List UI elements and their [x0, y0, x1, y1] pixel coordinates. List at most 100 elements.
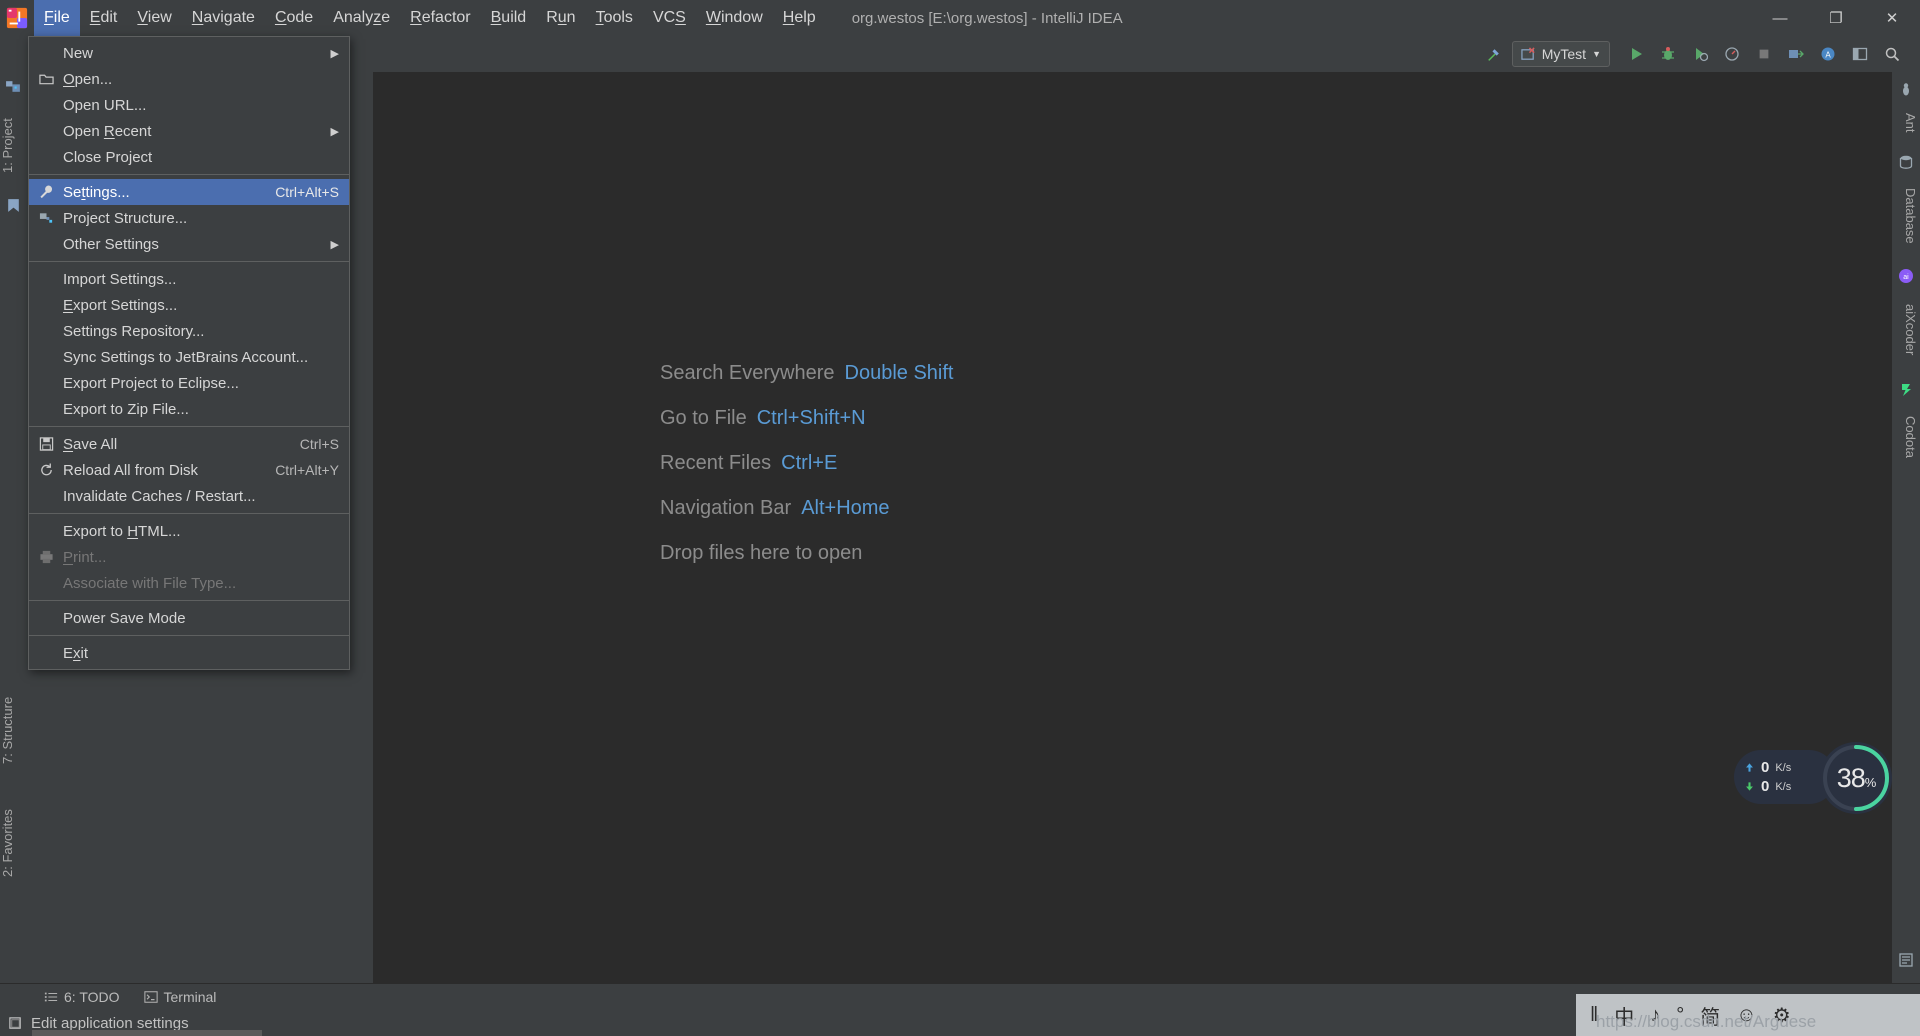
- menu-refactor[interactable]: Refactor: [400, 0, 480, 36]
- welcome-row-search-everywhere: Search Everywhere Double Shift: [660, 362, 954, 385]
- menu-item-settings[interactable]: Settings... Ctrl+Alt+S: [29, 179, 349, 205]
- project-icon[interactable]: [5, 78, 22, 95]
- menu-view[interactable]: View: [127, 0, 181, 36]
- menu-vcs[interactable]: VCS: [643, 0, 696, 36]
- aixcoder-icon[interactable]: ai: [1898, 268, 1915, 285]
- menu-separator: [29, 513, 349, 514]
- right-tab-database[interactable]: Database: [1894, 176, 1918, 256]
- menu-item-sync-settings[interactable]: Sync Settings to JetBrains Account...: [29, 344, 349, 370]
- menu-item-open-url[interactable]: Open URL...: [29, 92, 349, 118]
- save-icon: [38, 436, 55, 453]
- menu-item-reload-all-from-disk[interactable]: Reload All from Disk Ctrl+Alt+Y: [29, 457, 349, 483]
- file-menu-dropdown: New ▶ Open... Open URL... Open Recent ▶ …: [28, 36, 350, 670]
- menu-item-new[interactable]: New ▶: [29, 40, 349, 66]
- menu-item-open-recent-label: Open Recent: [63, 122, 152, 140]
- menu-item-associate-with-file-type: Associate with File Type...: [29, 570, 349, 596]
- chevron-right-icon: ▶: [330, 238, 339, 251]
- refresh-icon: [38, 462, 55, 479]
- gauge-unit: %: [1864, 774, 1877, 790]
- menu-item-open-recent[interactable]: Open Recent ▶: [29, 118, 349, 144]
- ant-build-icon[interactable]: [1898, 82, 1915, 99]
- sidebar-tab-structure[interactable]: 7: Structure: [0, 677, 26, 783]
- close-button[interactable]: ✕: [1864, 0, 1920, 36]
- menu-item-export-settings[interactable]: Export Settings...: [29, 292, 349, 318]
- sidebar-tab-project[interactable]: 1: Project: [0, 102, 26, 190]
- menu-item-reload-all-shortcut: Ctrl+Alt+Y: [275, 462, 339, 478]
- menu-item-export-eclipse[interactable]: Export Project to Eclipse...: [29, 370, 349, 396]
- welcome-label-go-to-file: Go to File: [660, 407, 747, 429]
- menu-run[interactable]: Run: [536, 0, 585, 36]
- menu-edit[interactable]: Edit: [80, 0, 128, 36]
- menu-item-export-to-html[interactable]: Export to HTML...: [29, 518, 349, 544]
- menu-item-invalidate-caches[interactable]: Invalidate Caches / Restart...: [29, 483, 349, 509]
- resource-gauge-widget[interactable]: 38%: [1820, 742, 1892, 814]
- debug-icon[interactable]: [1654, 40, 1682, 68]
- menu-analyze[interactable]: Analyze: [323, 0, 400, 36]
- menu-item-invalidate-caches-label: Invalidate Caches / Restart...: [63, 487, 256, 505]
- search-icon[interactable]: [1878, 40, 1906, 68]
- menu-file[interactable]: File: [34, 0, 80, 36]
- run-icon[interactable]: [1622, 40, 1650, 68]
- menu-item-save-all-shortcut: Ctrl+S: [299, 436, 339, 452]
- menu-item-save-all-label: Save All: [63, 435, 118, 453]
- minimize-button[interactable]: —: [1752, 0, 1808, 36]
- codota-icon[interactable]: [1898, 382, 1915, 399]
- menu-item-sync-settings-label: Sync Settings to JetBrains Account...: [63, 348, 309, 366]
- coverage-icon[interactable]: [1686, 40, 1714, 68]
- menu-item-project-structure-label: Project Structure...: [63, 209, 188, 227]
- layout-icon[interactable]: [1846, 40, 1874, 68]
- menu-window[interactable]: Window: [696, 0, 773, 36]
- network-download-unit: K/s: [1775, 780, 1792, 793]
- menu-separator: [29, 426, 349, 427]
- menu-item-close-project[interactable]: Close Project: [29, 144, 349, 170]
- bookmark-icon[interactable]: [5, 197, 22, 214]
- menu-item-save-all[interactable]: Save All Ctrl+S: [29, 431, 349, 457]
- menu-item-import-settings[interactable]: Import Settings...: [29, 266, 349, 292]
- bottom-tab-todo[interactable]: 6: TODO: [32, 984, 132, 1010]
- menu-tools[interactable]: Tools: [586, 0, 643, 36]
- window-title: org.westos [E:\org.westos] - IntelliJ ID…: [851, 9, 1123, 27]
- watermark-text: https://blog.csdn.net/Arguese: [1596, 1012, 1817, 1031]
- menu-item-project-structure[interactable]: Project Structure...: [29, 205, 349, 231]
- profile-icon[interactable]: [1718, 40, 1746, 68]
- menu-item-other-settings[interactable]: Other Settings ▶: [29, 231, 349, 257]
- right-tab-ant[interactable]: Ant: [1894, 102, 1918, 144]
- menu-item-settings-repository[interactable]: Settings Repository...: [29, 318, 349, 344]
- menu-item-settings-repository-label: Settings Repository...: [63, 322, 205, 340]
- hammer-icon[interactable]: [1480, 40, 1508, 68]
- menu-navigate[interactable]: Navigate: [182, 0, 265, 36]
- status-message-group: Edit application settings: [0, 1015, 189, 1032]
- todo-icon: [44, 992, 58, 1002]
- menu-item-other-settings-label: Other Settings: [63, 235, 159, 253]
- menu-item-open[interactable]: Open...: [29, 66, 349, 92]
- menu-item-export-zip[interactable]: Export to Zip File...: [29, 396, 349, 422]
- bottom-tab-terminal[interactable]: Terminal: [132, 984, 229, 1010]
- menu-help[interactable]: Help: [773, 0, 826, 36]
- welcome-keys-go-to-file: Ctrl+Shift+N: [756, 407, 866, 429]
- right-tab-aixcoder[interactable]: aiXcoder: [1894, 290, 1918, 370]
- menu-item-exit[interactable]: Exit: [29, 640, 349, 666]
- sidebar-tab-favorites[interactable]: 2: Favorites: [0, 792, 26, 894]
- config-icon: [1521, 46, 1535, 60]
- menu-code[interactable]: Code: [265, 0, 323, 36]
- translate-icon[interactable]: A: [1814, 40, 1842, 68]
- run-configuration-selector[interactable]: MyTest ▼: [1511, 41, 1610, 67]
- left-tool-strip: 1: Project 7: Structure 2: Favorites: [0, 72, 27, 1015]
- menu-item-reload-all-from-disk-label: Reload All from Disk: [63, 461, 199, 479]
- svg-text:A: A: [1825, 51, 1831, 60]
- database-icon[interactable]: [1898, 154, 1915, 171]
- word-book-icon[interactable]: [1898, 952, 1915, 969]
- network-download-value: 0: [1761, 778, 1770, 795]
- horizontal-scrollbar[interactable]: [32, 1030, 262, 1036]
- menu-item-open-url-label: Open URL...: [63, 96, 147, 114]
- printer-icon: [38, 549, 55, 566]
- bottom-tab-terminal-label: Terminal: [163, 989, 217, 1005]
- welcome-label-drop-files: Drop files here to open: [660, 542, 863, 564]
- module-icon: [38, 210, 55, 227]
- right-tab-codota[interactable]: Codota: [1894, 404, 1918, 470]
- ime-toolbar: ‖ 中 ♪ ° 简 ☺ ⚙ https://blog.csdn.net/Argu…: [1576, 994, 1920, 1036]
- deploy-icon[interactable]: [1782, 40, 1810, 68]
- menu-item-power-save-mode[interactable]: Power Save Mode: [29, 605, 349, 631]
- menu-build[interactable]: Build: [481, 0, 537, 36]
- maximize-button[interactable]: ❐: [1808, 0, 1864, 36]
